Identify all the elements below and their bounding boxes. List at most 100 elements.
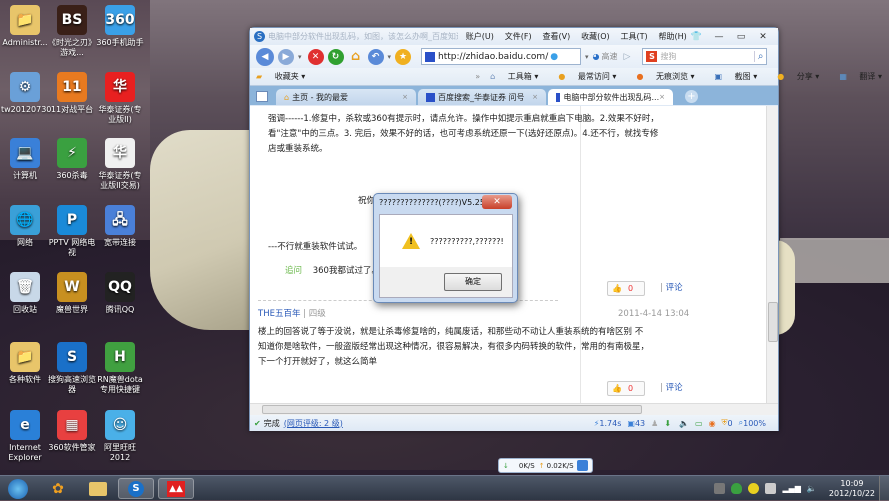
desktop-icon-label: RN魔兽dota专用快捷键 xyxy=(97,375,143,394)
favorites-button[interactable]: ▰ 收藏夹 ▾ xyxy=(256,71,315,82)
360-guard-tray-icon[interactable] xyxy=(748,483,760,494)
taskbar-huatai[interactable]: ▲▲ xyxy=(158,478,194,499)
skin-icon[interactable]: 👕 xyxy=(691,32,702,42)
followup-text: 360我都试过了。 xyxy=(312,266,380,276)
tab-close-icon[interactable]: × xyxy=(532,93,538,101)
maximize-button[interactable]: ▭ xyxy=(730,30,752,44)
search-icon[interactable]: ⌕ xyxy=(753,51,767,62)
taskbar-360-manager[interactable]: ✿ xyxy=(40,478,76,499)
forward-icon[interactable]: ▶ xyxy=(278,48,294,65)
stop-icon[interactable]: ✕ xyxy=(307,48,324,65)
clock[interactable]: 10:09 2012/10/22 xyxy=(829,479,875,499)
taskbar-explorer[interactable] xyxy=(80,478,116,499)
refresh-icon[interactable]: ↻ xyxy=(327,48,344,65)
screen-icon[interactable]: ▭ xyxy=(695,419,703,428)
user-link[interactable]: THE五百年 xyxy=(258,309,300,319)
desktop-icon[interactable]: 📁 Administr... xyxy=(1,5,49,48)
home-icon[interactable]: ⌂ xyxy=(348,49,364,65)
toolbox-button[interactable]: ⌂ 工具箱 ▾ xyxy=(490,71,548,82)
menu-favorites[interactable]: 收藏(O) xyxy=(581,32,610,41)
desktop-icon[interactable]: BS 《时光之刃》游戏... xyxy=(48,5,96,58)
menu-tools[interactable]: 工具(T) xyxy=(621,32,648,41)
user-icon[interactable]: ♟ xyxy=(651,419,658,428)
search-box[interactable]: S 搜狗 ⌕ xyxy=(642,48,768,65)
desktop-icon[interactable]: S 搜狗高速浏览器 xyxy=(48,342,96,395)
keyboard-icon[interactable] xyxy=(714,483,726,494)
desktop-icon[interactable]: 11 11对战平台 xyxy=(48,72,96,115)
desktop-icon[interactable]: P PPTV 网络电视 xyxy=(48,205,96,258)
new-tab-icon[interactable]: + xyxy=(685,90,698,103)
device-tray-icon[interactable] xyxy=(765,483,777,494)
proxy-icon[interactable]: ◉ xyxy=(709,419,716,428)
dialog-close-button[interactable]: ✕ xyxy=(482,195,512,209)
network-signal-icon[interactable]: ▂▄▆ xyxy=(782,484,800,493)
desktop-icon[interactable]: 华华泰证券(专业版II交易) xyxy=(96,138,144,191)
shield-count: 0 xyxy=(727,418,733,428)
desktop-icon[interactable]: e Internet Explorer xyxy=(1,410,49,463)
desktop-icon[interactable]: ⚡ 360杀毒 xyxy=(48,138,96,181)
desktop-icon[interactable]: 360 360手机助手 xyxy=(96,5,144,48)
volume-icon[interactable]: 🔈 xyxy=(679,419,689,428)
share-button[interactable]: ● 分享 ▾ xyxy=(777,71,829,82)
desktop-icon[interactable]: ▦ 360软件管家 xyxy=(48,410,96,453)
desktop-icon[interactable]: H RN魔兽dota专用快捷键 xyxy=(96,342,144,395)
translate-button[interactable]: ▦ 翻译 ▾ xyxy=(839,71,889,82)
minimize-button[interactable]: — xyxy=(708,30,730,44)
most-visited-button[interactable]: ● 最常访问 ▾ xyxy=(558,71,626,82)
menu-help[interactable]: 帮助(H) xyxy=(659,32,687,41)
ad-block-icon[interactable]: ▣ xyxy=(627,419,635,428)
volume-tray-icon[interactable]: 🔈 xyxy=(807,484,817,493)
desktop-icon[interactable]: QQ 腾讯QQ xyxy=(96,272,144,315)
tab-close-icon[interactable]: × xyxy=(659,93,665,101)
like-button[interactable]: 👍 0 xyxy=(607,381,645,396)
menu-account[interactable]: 账户(U) xyxy=(466,32,494,41)
tab-home[interactable]: ⌂ 主页 - 我的最爱 × xyxy=(276,89,416,105)
desktop-icon[interactable]: 🖧 宽带连接 xyxy=(96,205,144,248)
ie-icon[interactable] xyxy=(577,460,588,471)
incognito-button[interactable]: ● 无痕浏览 ▾ xyxy=(636,71,704,82)
favorite-star-icon[interactable]: ★ xyxy=(395,48,412,65)
back-icon[interactable]: ◀ xyxy=(256,47,274,66)
ok-button[interactable]: 确定 xyxy=(444,273,502,291)
desktop-icon[interactable]: 🗑 回收站 xyxy=(1,272,49,315)
go-button[interactable]: ▷ xyxy=(624,52,631,62)
desktop-icon[interactable]: 华华泰证券(专业版II) xyxy=(96,72,144,125)
horizontal-scroll-thumb[interactable] xyxy=(262,405,642,414)
tab-list-icon[interactable] xyxy=(256,91,268,102)
tab-active-zhidao[interactable]: 电脑中部分软件出现乱码... × xyxy=(548,89,673,105)
menu-file[interactable]: 文件(F) xyxy=(505,32,532,41)
address-bar[interactable]: http://zhidao.baidu.com/ ● xyxy=(421,48,582,65)
download-icon[interactable]: ⬇ xyxy=(664,419,671,428)
page-rating-link[interactable]: (网页评级: 2 级) xyxy=(284,418,343,429)
menu-view[interactable]: 查看(V) xyxy=(542,32,570,41)
desktop-icon[interactable]: ⚙ tw20120730 xyxy=(1,72,51,115)
like-button[interactable]: 👍 0 xyxy=(607,281,645,296)
more-chevron-icon[interactable]: » xyxy=(475,72,480,81)
desktop-icon[interactable]: ☺ 阿里旺旺2012 xyxy=(96,410,144,463)
tab-close-icon[interactable]: × xyxy=(402,93,408,101)
comment-link[interactable]: | 评论 xyxy=(660,281,683,296)
desktop-icon[interactable]: 📁 各种软件 xyxy=(1,342,49,385)
desktop-icon[interactable]: 🌐 网络 xyxy=(1,205,49,248)
horizontal-scrollbar[interactable] xyxy=(250,403,778,415)
undo-close-icon[interactable]: ↶ xyxy=(367,48,384,65)
show-desktop-button[interactable] xyxy=(879,476,889,501)
history-dropdown-icon[interactable]: ▾ xyxy=(298,53,302,61)
screenshot-button[interactable]: ▣ 截图 ▾ xyxy=(715,71,768,82)
zoom-level[interactable]: 100% xyxy=(743,419,766,428)
tab-baidu-search[interactable]: 百度搜索_华泰证券 问号 × xyxy=(418,89,546,105)
comment-link[interactable]: | 评论 xyxy=(660,381,683,396)
app-icon: 📁 xyxy=(10,342,40,372)
vertical-scroll-thumb[interactable] xyxy=(768,302,778,342)
undo-dropdown-icon[interactable]: ▾ xyxy=(388,53,392,61)
address-text[interactable]: http://zhidao.baidu.com/ xyxy=(438,52,548,62)
vertical-scrollbar[interactable] xyxy=(766,106,778,403)
360-shield-tray-icon[interactable] xyxy=(731,483,743,494)
speed-mode-button[interactable]: ◕ 高速 xyxy=(593,51,618,62)
address-dropdown-icon[interactable]: ▾ xyxy=(585,53,589,61)
desktop-icon[interactable]: W 魔兽世界 xyxy=(48,272,96,315)
desktop-icon[interactable]: 💻 计算机 xyxy=(1,138,49,181)
taskbar-sogou-browser[interactable]: S xyxy=(118,478,154,499)
close-button[interactable]: ✕ xyxy=(752,30,774,44)
start-button[interactable] xyxy=(2,478,34,499)
